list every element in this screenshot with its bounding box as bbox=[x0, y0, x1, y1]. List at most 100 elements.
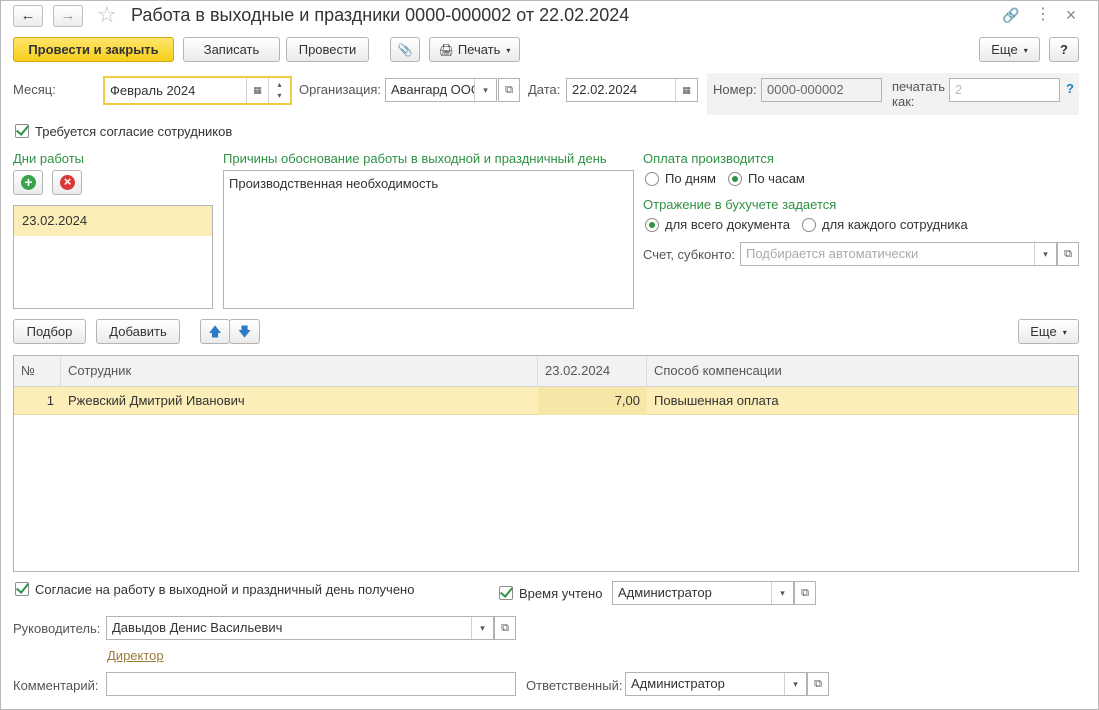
open-icon: ⧉ bbox=[501, 622, 509, 634]
arrow-up-icon: 🡅 bbox=[208, 324, 222, 339]
time-counted-by-field[interactable]: Администратор ▾ bbox=[612, 581, 794, 605]
month-field[interactable]: Февраль 2024 ▦ ▴ ▾ bbox=[103, 76, 292, 105]
open-account-button[interactable]: ⧉ bbox=[1057, 242, 1079, 266]
remove-day-button[interactable]: × bbox=[52, 170, 82, 195]
head-position-link[interactable]: Директор bbox=[107, 648, 164, 663]
spin-stepper[interactable]: ▴ ▾ bbox=[268, 78, 290, 103]
post-and-close-button[interactable]: Провести и закрыть bbox=[13, 37, 174, 62]
print-as-label: печатать как: bbox=[892, 79, 945, 109]
arrow-down-icon: 🡇 bbox=[237, 324, 252, 339]
each-employee-radio[interactable] bbox=[802, 218, 816, 232]
table-header: № Сотрудник 23.02.2024 Способ компенсаци… bbox=[14, 356, 1078, 387]
employees-table[interactable]: № Сотрудник 23.02.2024 Способ компенсаци… bbox=[13, 355, 1079, 572]
dropdown-icon[interactable]: ▾ bbox=[784, 673, 806, 695]
open-head-button[interactable]: ⧉ bbox=[494, 616, 516, 640]
account-placeholder: Подбирается автоматически bbox=[746, 246, 919, 261]
pick-button[interactable]: Подбор bbox=[13, 319, 86, 344]
dropdown-icon[interactable]: ▾ bbox=[474, 79, 496, 101]
date-value: 22.02.2024 bbox=[572, 82, 638, 97]
open-icon: ⧉ bbox=[801, 587, 809, 599]
print-as-label-line1: печатать bbox=[892, 79, 946, 94]
list-item[interactable]: 23.02.2024 bbox=[14, 206, 212, 236]
consent-required-checkbox[interactable] bbox=[15, 124, 29, 138]
column-header-employee[interactable]: Сотрудник bbox=[61, 356, 538, 387]
by-hours-radio[interactable] bbox=[728, 172, 742, 186]
column-header-number[interactable]: № bbox=[14, 356, 61, 387]
print-button[interactable]: 🖨 Печать ▾ bbox=[429, 37, 520, 62]
help-button[interactable]: ? bbox=[1049, 37, 1079, 62]
table-row[interactable]: 1 Ржевский Дмитрий Иванович 7,00 Повышен… bbox=[14, 387, 1078, 415]
print-label: Печать bbox=[457, 42, 501, 57]
calendar-icon[interactable]: ▦ bbox=[246, 78, 268, 103]
add-row-button[interactable]: Добавить bbox=[96, 319, 180, 344]
cell-number: 1 bbox=[46, 393, 54, 408]
print-as-label-line2: как: bbox=[892, 94, 915, 109]
date-field[interactable]: 22.02.2024 ▦ bbox=[566, 78, 698, 102]
head-field[interactable]: Давыдов Денис Васильевич ▾ bbox=[106, 616, 494, 640]
whole-document-radio[interactable] bbox=[645, 218, 659, 232]
responsible-value: Администратор bbox=[631, 676, 725, 691]
print-as-field[interactable]: 2 bbox=[949, 78, 1060, 102]
close-icon[interactable]: × bbox=[1061, 5, 1081, 25]
chevron-down-icon: ▾ bbox=[1023, 46, 1028, 55]
help-icon[interactable]: ? bbox=[1066, 81, 1074, 96]
work-days-label: Дни работы bbox=[13, 151, 85, 166]
head-value: Давыдов Денис Васильевич bbox=[112, 620, 283, 635]
dropdown-icon[interactable]: ▾ bbox=[1034, 243, 1056, 265]
consent-received-label: Согласие на работу в выходной и празднич… bbox=[35, 582, 415, 597]
cell-hours: 7,00 bbox=[538, 387, 647, 415]
add-day-button[interactable]: + bbox=[13, 170, 43, 195]
responsible-field[interactable]: Администратор ▾ bbox=[625, 672, 807, 696]
reasons-textarea[interactable]: Производственная необходимость bbox=[223, 170, 634, 309]
favorite-star-icon[interactable]: ☆ bbox=[97, 2, 117, 28]
more-button[interactable]: Еще ▾ bbox=[979, 37, 1040, 62]
number-field[interactable]: 0000-000002 bbox=[761, 78, 882, 102]
open-icon: ⧉ bbox=[505, 84, 513, 96]
back-button[interactable]: ← bbox=[13, 5, 43, 27]
by-days-radio[interactable] bbox=[645, 172, 659, 186]
save-button[interactable]: Записать bbox=[183, 37, 280, 62]
calendar-icon[interactable]: ▦ bbox=[675, 79, 697, 101]
responsible-label: Ответственный: bbox=[526, 678, 623, 693]
move-up-button[interactable]: 🡅 bbox=[200, 319, 230, 344]
account-label: Счет, субконто: bbox=[643, 247, 736, 262]
comment-field[interactable] bbox=[106, 672, 516, 696]
each-employee-label: для каждого сотрудника bbox=[822, 217, 968, 232]
organization-label: Организация: bbox=[299, 82, 382, 97]
month-label: Месяц: bbox=[13, 82, 56, 97]
work-days-list[interactable]: 23.02.2024 bbox=[13, 205, 213, 309]
move-down-button[interactable]: 🡇 bbox=[229, 319, 260, 344]
open-organization-button[interactable]: ⧉ bbox=[498, 78, 520, 102]
month-value: Февраль 2024 bbox=[110, 83, 196, 98]
forward-button[interactable]: → bbox=[53, 5, 83, 27]
table-more-label: Еще bbox=[1030, 324, 1057, 339]
organization-value: Авангард ООО bbox=[391, 82, 481, 97]
time-counted-checkbox[interactable] bbox=[499, 586, 513, 600]
organization-field[interactable]: Авангард ООО ▾ bbox=[385, 78, 497, 102]
consent-required-label: Требуется согласие сотрудников bbox=[35, 124, 233, 139]
link-icon[interactable]: 🔗 bbox=[1001, 5, 1021, 25]
open-responsible-button[interactable]: ⧉ bbox=[807, 672, 829, 696]
post-button[interactable]: Провести bbox=[286, 37, 369, 62]
arrow-right-icon: → bbox=[60, 7, 76, 24]
account-field[interactable]: Подбирается автоматически ▾ bbox=[740, 242, 1057, 266]
page-title: Работа в выходные и праздники 0000-00000… bbox=[131, 5, 630, 25]
chevron-down-icon: ▾ bbox=[1062, 328, 1067, 337]
plus-icon: + bbox=[21, 175, 36, 190]
chevron-down-icon: ▾ bbox=[506, 46, 511, 55]
column-header-compensation[interactable]: Способ компенсации bbox=[647, 356, 1078, 387]
dropdown-icon[interactable]: ▾ bbox=[471, 617, 493, 639]
dropdown-icon[interactable]: ▾ bbox=[771, 582, 793, 604]
more-menu-icon[interactable]: ⋮ bbox=[1033, 5, 1053, 25]
table-more-button[interactable]: Еще ▾ bbox=[1018, 319, 1079, 344]
column-header-date[interactable]: 23.02.2024 bbox=[538, 356, 647, 387]
date-label: Дата: bbox=[528, 82, 561, 97]
by-hours-label: По часам bbox=[748, 171, 805, 186]
more-label: Еще bbox=[991, 42, 1018, 57]
open-time-counted-button[interactable]: ⧉ bbox=[794, 581, 816, 605]
consent-received-checkbox[interactable] bbox=[15, 582, 29, 596]
reasons-label: Причины обоснование работы в выходной и … bbox=[223, 151, 607, 166]
attach-button[interactable]: 📎 bbox=[390, 37, 420, 62]
cell-compensation: Повышенная оплата bbox=[654, 393, 779, 408]
open-icon: ⧉ bbox=[1064, 248, 1072, 260]
